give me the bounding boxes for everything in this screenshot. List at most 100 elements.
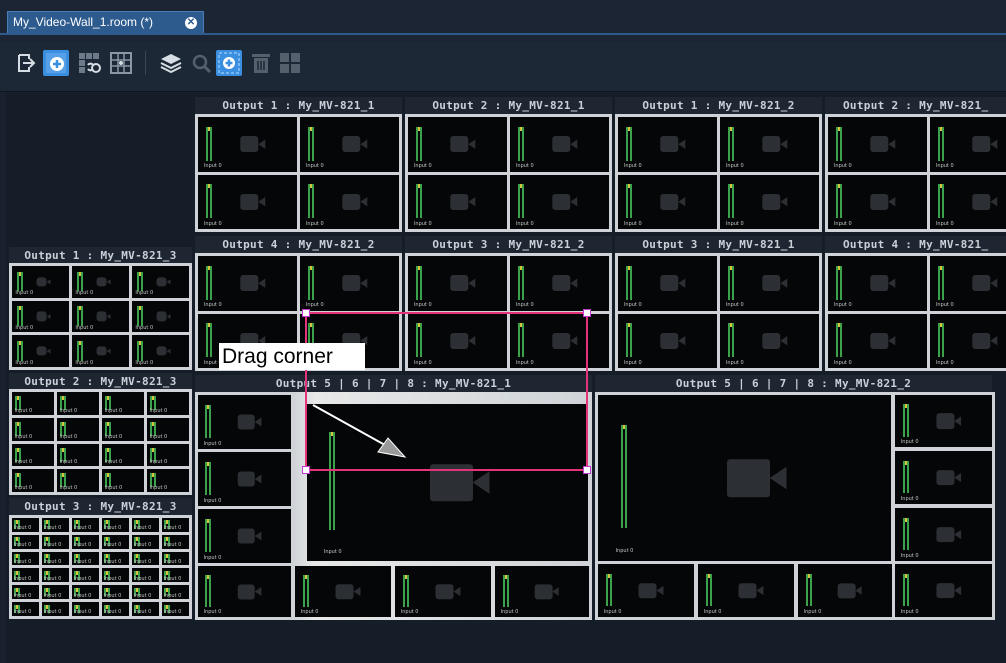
video-tile[interactable]: Input 0 xyxy=(132,266,189,298)
video-tile[interactable]: Input 0 xyxy=(295,566,391,617)
video-tile[interactable]: Input 0 xyxy=(12,518,39,532)
video-tile[interactable]: Input 0 xyxy=(618,117,717,172)
video-tile[interactable]: Input 0 xyxy=(798,564,892,617)
resize-handle-bottom-right[interactable] xyxy=(583,466,591,474)
video-tile[interactable]: Input 0 xyxy=(102,518,129,532)
video-tile[interactable]: Input 0 xyxy=(132,534,159,549)
video-tile[interactable]: Input 0 xyxy=(12,551,39,566)
video-tile[interactable]: Input 0 xyxy=(300,256,399,311)
video-tile[interactable]: Input 0 xyxy=(72,266,129,298)
video-tile[interactable]: Input 0 xyxy=(132,602,159,616)
video-tile[interactable]: Input 0 xyxy=(132,518,159,532)
video-tile[interactable]: Input 0 xyxy=(198,452,291,506)
video-tile[interactable]: Input 0 xyxy=(162,602,189,616)
multiviewer[interactable]: Input 0 Input 0 Input 0 Input 0 Input 0 Input… xyxy=(9,515,192,619)
video-tile[interactable]: Input 0 xyxy=(618,256,717,311)
add-icon[interactable] xyxy=(43,50,69,76)
video-tile[interactable]: Input 0 xyxy=(895,451,992,504)
video-tile[interactable]: Input 0 xyxy=(42,602,69,616)
video-tile[interactable]: Input 0 xyxy=(12,469,54,492)
video-tile[interactable]: Input 0 xyxy=(57,392,99,415)
video-tile[interactable]: Input 0 xyxy=(147,443,189,467)
video-tile[interactable]: Input 0 xyxy=(300,174,399,229)
multiviewer[interactable]: Input 0 Input 0 Input 0 Input 0 xyxy=(405,114,612,232)
video-tile[interactable]: Input 0 xyxy=(12,266,69,298)
video-tile[interactable]: Input 0 xyxy=(12,585,39,600)
video-tile[interactable]: Input 0 xyxy=(72,602,99,616)
video-tile[interactable]: Input 0 xyxy=(162,585,189,600)
video-tile[interactable]: Input 0 xyxy=(720,256,819,311)
multiviewer[interactable]: Input 0 Input 0 Input 0 Input 0 xyxy=(615,114,822,232)
video-tile[interactable]: Input 0 xyxy=(408,174,507,229)
video-tile[interactable]: Input 0 xyxy=(42,518,69,532)
video-tile[interactable]: Input 0 xyxy=(162,518,189,532)
video-tile[interactable]: Input 0 xyxy=(147,392,189,415)
multiviewer[interactable]: Input 0 Input 0 Input 0 Input 0 xyxy=(615,253,822,371)
video-tile[interactable]: Input 0 xyxy=(720,117,819,172)
delete-icon[interactable] xyxy=(248,50,274,76)
video-tile[interactable]: Input 0 xyxy=(102,551,129,566)
video-tile[interactable]: Input 0 xyxy=(930,117,1006,172)
video-tile[interactable]: Input 0 xyxy=(72,534,99,549)
resize-handle-top-left[interactable] xyxy=(302,309,310,317)
video-tile[interactable]: Input 0 xyxy=(57,417,99,441)
video-tile[interactable]: Input 0 xyxy=(102,568,129,583)
video-tile[interactable]: Input 0 xyxy=(198,174,297,229)
video-tile[interactable]: Input 0 xyxy=(930,256,1006,311)
video-tile[interactable]: Input 0 xyxy=(198,566,291,617)
video-tile[interactable]: Input 0 xyxy=(12,568,39,583)
video-tile[interactable]: Input 0 xyxy=(102,443,144,467)
video-tile[interactable]: Input 0 xyxy=(510,174,609,229)
video-tile[interactable]: Input 0 xyxy=(132,335,189,367)
video-tile[interactable]: Input 0 xyxy=(132,568,159,583)
video-tile[interactable]: Input 0 xyxy=(198,395,291,449)
video-tile[interactable]: Input 0 xyxy=(198,509,291,563)
multiviewer[interactable]: Input 0 Input 0 Input 0 Input 0 Input 0 Input… xyxy=(9,263,192,370)
video-tile[interactable]: Input 0 xyxy=(510,117,609,172)
video-tile[interactable]: Input 0 xyxy=(198,117,297,172)
video-tile[interactable]: Input 0 xyxy=(57,469,99,492)
layers-icon[interactable] xyxy=(158,50,184,76)
video-tile[interactable]: Input 0 xyxy=(930,313,1006,368)
video-tile[interactable]: Input 0 xyxy=(42,585,69,600)
video-tile[interactable]: Input 0 xyxy=(618,313,717,368)
search-icon[interactable] xyxy=(188,50,214,76)
video-tile[interactable]: Input 0 xyxy=(598,564,694,617)
video-tile[interactable]: Input 0 xyxy=(102,469,144,492)
video-tile[interactable]: Input 0 xyxy=(102,392,144,415)
layout-icon[interactable] xyxy=(277,50,303,76)
video-tile[interactable]: Input 0 xyxy=(510,256,609,311)
video-tile[interactable]: Input 0 xyxy=(72,585,99,600)
video-tile[interactable]: Input 0 xyxy=(598,395,891,561)
video-tile[interactable]: Input 0 xyxy=(828,256,927,311)
video-tile[interactable]: Input 0 xyxy=(12,443,54,467)
video-tile[interactable]: Input 0 xyxy=(57,443,99,467)
video-tile[interactable]: Input 0 xyxy=(132,300,189,333)
video-tile[interactable]: Input 0 xyxy=(828,174,927,229)
multiviewer[interactable]: Input 0 Input 0 Input 0 Input 0 Input 0 Input… xyxy=(9,389,192,495)
video-tile[interactable]: Input 0 xyxy=(930,174,1006,229)
video-tile[interactable]: Input 0 xyxy=(72,568,99,583)
resize-handle-bottom-left[interactable] xyxy=(302,466,310,474)
video-tile[interactable]: Input 0 xyxy=(698,564,794,617)
video-tile[interactable]: Input 0 xyxy=(12,392,54,415)
resize-handle-top-right[interactable] xyxy=(583,309,591,317)
video-tile[interactable]: Input 0 xyxy=(162,534,189,549)
grid-icon[interactable] xyxy=(108,50,134,76)
video-tile[interactable]: Input 0 xyxy=(162,568,189,583)
tab-room[interactable]: My_Video-Wall_1.room (*) ✕ xyxy=(7,11,204,33)
video-tile[interactable]: Input 0 xyxy=(42,551,69,566)
video-tile[interactable]: Input 0 xyxy=(102,585,129,600)
video-tile[interactable]: Input 0 xyxy=(395,566,491,617)
video-tile[interactable]: Input 0 xyxy=(720,313,819,368)
video-tile[interactable]: Input 0 xyxy=(198,256,297,311)
video-tile[interactable]: Input 0 xyxy=(102,602,129,616)
video-tile[interactable]: Input 0 xyxy=(895,395,992,447)
close-icon[interactable]: ✕ xyxy=(185,17,197,29)
video-tile[interactable]: Input 0 xyxy=(618,174,717,229)
video-tile[interactable]: Input 0 xyxy=(720,174,819,229)
video-tile[interactable]: Input 0 xyxy=(12,602,39,616)
add-tile-icon[interactable] xyxy=(216,50,242,76)
video-tile[interactable]: Input 0 xyxy=(895,508,992,561)
video-tile[interactable]: Input 0 xyxy=(72,551,99,566)
